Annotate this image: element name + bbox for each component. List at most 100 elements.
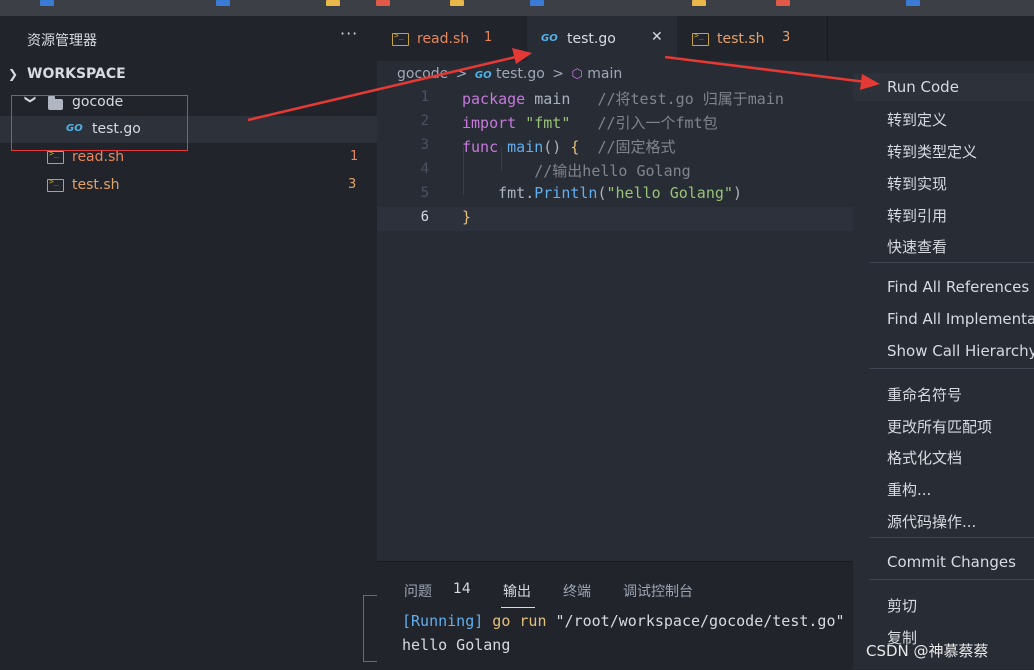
annotation-box: [11, 95, 188, 151]
tab-output[interactable]: 输出: [503, 581, 531, 601]
menu-item[interactable]: 重命名符号: [853, 379, 1034, 407]
line-number: 6: [420, 209, 429, 225]
tree-item-label: test.sh: [72, 177, 120, 193]
menu-item-label: Find All Implementations: [887, 310, 1034, 328]
code-token: "hello Golang": [606, 184, 733, 202]
running-tag: [Running]: [402, 612, 484, 630]
menu-item-label: 转到引用: [887, 207, 948, 225]
code-token: "fmt": [525, 114, 571, 132]
menu-item[interactable]: 源代码操作...: [853, 506, 1034, 534]
menu-item[interactable]: 格式化文档: [853, 442, 1034, 470]
menu-item[interactable]: 快速查看: [853, 231, 1034, 259]
breadcrumb-symbol[interactable]: main: [587, 66, 622, 82]
menu-item[interactable]: Find All References: [853, 273, 1034, 301]
code-token: .: [525, 184, 535, 202]
menu-item-label: 重命名符号: [887, 386, 963, 404]
folder-icon: [692, 0, 706, 6]
bookmark-icon: [40, 0, 54, 6]
run-command: go run: [483, 612, 556, 630]
shell-file-icon: [47, 149, 64, 164]
output-panel: 问题 14 输出 终端 调试控制台 [Running] go run "/roo…: [377, 561, 853, 670]
code-token: (: [597, 184, 607, 202]
tree-item-test-sh[interactable]: test.sh 3: [0, 172, 377, 199]
code-editor[interactable]: gocode > GO test.go > ⬡ main 1 package ma…: [377, 61, 853, 561]
breadcrumb: gocode > GO test.go > ⬡ main: [397, 66, 622, 82]
tab-debug-console[interactable]: 调试控制台: [623, 581, 693, 601]
menu-item[interactable]: Run Code: [853, 73, 1034, 101]
breadcrumb-folder[interactable]: gocode: [397, 66, 448, 82]
more-actions-icon[interactable]: ···: [340, 24, 358, 43]
tab-label: test.sh: [717, 31, 765, 47]
breadcrumb-file[interactable]: test.go: [496, 66, 545, 82]
problem-count-badge: 3: [782, 30, 791, 45]
line-number: 3: [420, 137, 429, 153]
tab-test-go[interactable]: GO test.go ✕: [527, 16, 677, 61]
tab-terminal[interactable]: 终端: [563, 581, 591, 601]
menu-item[interactable]: Show Call Hierarchy: [853, 337, 1034, 365]
shell-file-icon: [47, 177, 64, 192]
menu-item-label: 更改所有匹配项: [887, 418, 993, 436]
code-token: //固定格式: [579, 138, 676, 156]
tab-label: read.sh: [417, 31, 470, 47]
code-line[interactable]: 1 package main //将test.go 归属于main: [377, 87, 853, 111]
menu-item[interactable]: Find All Implementations: [853, 305, 1034, 333]
code-token: fmt: [462, 184, 526, 202]
active-tab-indicator: [501, 607, 535, 608]
bookmark-icon: [216, 0, 230, 6]
menu-item[interactable]: 转到类型定义: [853, 136, 1034, 164]
folder-icon: [326, 0, 340, 6]
go-file-icon: GO: [541, 33, 558, 44]
code-token: package: [462, 90, 526, 108]
indent-guide: [463, 147, 464, 195]
chevron-right-icon: >: [455, 66, 468, 82]
code-token: //引入一个fmt包: [570, 114, 718, 132]
bookmark-icon: [776, 0, 790, 6]
menu-item[interactable]: 转到引用: [853, 200, 1034, 228]
run-path: "/root/workspace/gocode/test.go": [555, 612, 845, 630]
code-token: (): [543, 138, 562, 156]
menu-item-label: 转到定义: [887, 111, 948, 129]
code-line[interactable]: 5 fmt.Println("hello Golang"): [377, 183, 853, 207]
code-token: Println: [534, 184, 598, 202]
folder-icon: [450, 0, 464, 6]
menu-separator: [869, 579, 1034, 580]
tab-read-sh[interactable]: read.sh 1: [377, 16, 527, 61]
line-number: 5: [420, 185, 429, 201]
code-token: func: [462, 138, 499, 156]
code-line[interactable]: 6}: [377, 207, 853, 231]
tree-item-label: read.sh: [72, 149, 125, 165]
menu-item-label: Show Call Hierarchy: [887, 342, 1034, 360]
symbol-icon: ⬡: [571, 67, 583, 82]
workspace-header[interactable]: ❯ WORKSPACE: [0, 66, 377, 86]
menu-item[interactable]: Commit Changes: [853, 548, 1034, 576]
indent-guide: [501, 147, 502, 171]
line-number: 1: [420, 89, 429, 105]
output-line-result: hello Golang: [402, 636, 511, 654]
tab-problems[interactable]: 问题: [404, 581, 432, 601]
code-line[interactable]: 4 //输出hello Golang: [377, 159, 853, 183]
code-token: import: [462, 114, 517, 132]
problem-count-badge: 1: [484, 30, 493, 45]
menu-item-label: 转到实现: [887, 175, 948, 193]
problem-count-badge: 1: [350, 149, 359, 164]
tab-test-sh[interactable]: test.sh 3: [677, 16, 828, 61]
menu-item-label: 格式化文档: [887, 449, 963, 467]
menu-item[interactable]: 剪切: [853, 590, 1034, 618]
code-line[interactable]: 2 import "fmt" //引入一个fmt包: [377, 111, 853, 135]
problems-count-badge: 14: [453, 581, 471, 597]
close-icon[interactable]: ✕: [651, 29, 663, 45]
menu-item[interactable]: 转到实现: [853, 168, 1034, 196]
line-number: 4: [420, 161, 429, 177]
context-menu: Run Code 转到定义转到类型定义 转到实现转到引用快速查看 Find All R…: [853, 61, 1034, 669]
menu-item[interactable]: 转到定义: [853, 104, 1034, 132]
bookmark-strip: [0, 0, 1034, 16]
go-file-icon: GO: [474, 70, 492, 81]
menu-item[interactable]: 更改所有匹配项: [853, 411, 1034, 439]
menu-item[interactable]: 重构...: [853, 474, 1034, 502]
code-line[interactable]: 3 func main() { //固定格式: [377, 135, 853, 159]
menu-item-label: 转到类型定义: [887, 143, 978, 161]
menu-item-label: Run Code: [887, 78, 959, 96]
code-text: }: [462, 208, 471, 226]
menu-separator: [869, 537, 1034, 538]
